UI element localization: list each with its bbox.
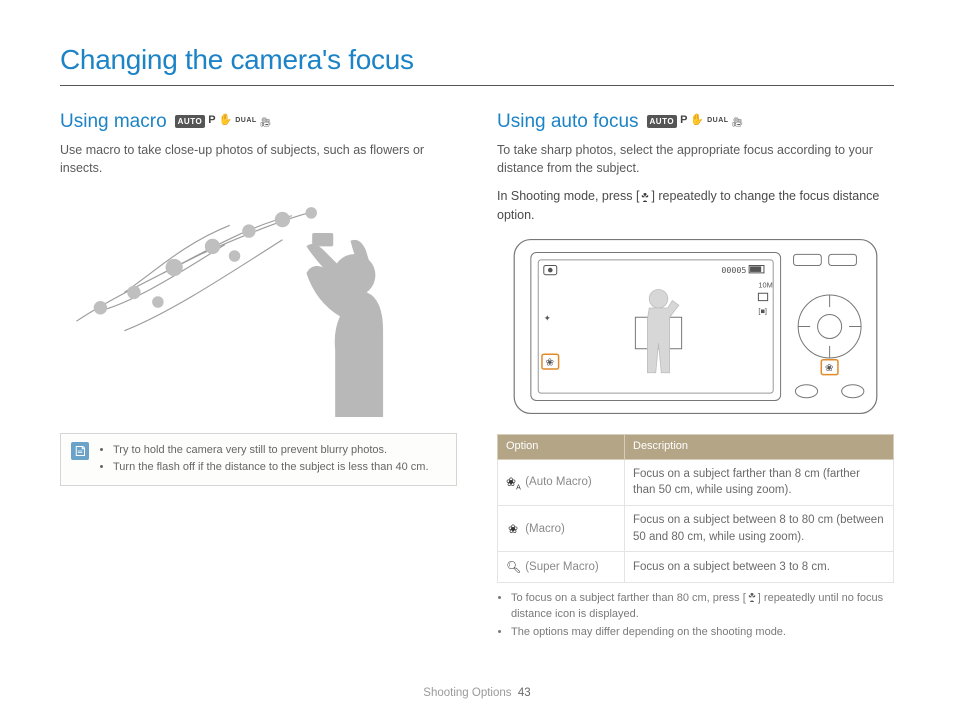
option-label: (Auto Macro) [525,476,591,488]
footnote-pre: To focus on a subject farther than 80 cm… [511,592,746,604]
mode-p-icon: P [208,113,215,129]
mode-videocam-icon: 🎥︎ [260,116,271,129]
super-macro-icon: 🔍︎ [506,559,520,576]
option-label: (Super Macro) [525,561,599,573]
left-column: Using macro AUTO P ✋ DUAL 🎥︎ Use macro t… [60,108,457,643]
svg-text:❀: ❀ [825,363,834,374]
right-column: Using auto focus AUTO P ✋ DUAL 🎥︎ To tak… [497,108,894,643]
page-footer: Shooting Options 43 [0,685,954,702]
option-desc: Focus on a subject farther than 8 cm (fa… [625,459,894,505]
footer-page-number: 43 [518,687,531,699]
mode-auto-icon: AUTO [175,115,206,129]
macro-icon: ❀ [506,521,520,538]
th-description: Description [625,434,894,459]
mode-hand-icon: ✋ [219,113,233,129]
footer-section: Shooting Options [423,687,511,699]
mode-strip-right: AUTO P ✋ DUAL 🎥︎ [647,113,743,129]
macro-illustration [60,187,457,417]
tip-item: Turn the flash off if the distance to th… [113,460,429,476]
tip-item: Try to hold the camera very still to pre… [113,443,429,459]
using-autofocus-heading-text: Using auto focus [497,108,639,136]
using-macro-heading-text: Using macro [60,108,167,136]
option-desc: Focus on a subject between 3 to 8 cm. [625,552,894,583]
instruction-pre: In Shooting mode, press [ [497,189,639,203]
mode-dual-icon: DUAL [707,116,728,126]
mode-p-icon: P [680,113,687,129]
focus-options-table: Option Description ❀A (Auto Macro) Focus… [497,434,894,583]
using-autofocus-heading: Using auto focus AUTO P ✋ DUAL 🎥︎ [497,108,894,136]
macro-flower-icon [639,191,651,201]
auto-macro-icon: ❀A [506,474,520,494]
th-option: Option [498,434,625,459]
footnote-item: The options may differ depending on the … [511,625,894,641]
option-desc: Focus on a subject between 8 to 80 cm (b… [625,506,894,552]
mode-strip-left: AUTO P ✋ DUAL 🎥︎ [175,113,271,129]
note-icon [71,442,89,460]
svg-text:[■]: [■] [758,306,767,315]
footnote-item: To focus on a subject farther than 80 cm… [511,591,894,623]
mode-dual-icon: DUAL [235,116,256,126]
table-row: ❀A (Auto Macro) Focus on a subject farth… [498,459,894,505]
svg-text:❀: ❀ [546,357,555,368]
resolution-text: 10M [758,280,772,289]
option-label: (Macro) [525,523,565,535]
mode-auto-icon: AUTO [647,115,678,129]
page-title: Changing the camera's focus [60,40,894,86]
tip-list: Try to hold the camera very still to pre… [99,442,429,477]
shot-counter-text: 00005 [721,264,746,274]
camera-diagram: 00005 10M [■] ✦ ❀ [497,234,894,424]
table-row: 🔍︎ (Super Macro) Focus on a subject betw… [498,552,894,583]
svg-text:✦: ✦ [544,313,551,323]
macro-flower-icon [746,592,758,602]
tip-note-box: Try to hold the camera very still to pre… [60,433,457,486]
table-row: ❀ (Macro) Focus on a subject between 8 t… [498,506,894,552]
mode-videocam-icon: 🎥︎ [732,116,743,129]
macro-lead: Use macro to take close-up photos of sub… [60,141,457,177]
footnotes: To focus on a subject farther than 80 cm… [497,591,894,641]
mode-hand-icon: ✋ [690,113,704,129]
autofocus-instruction: In Shooting mode, press [] repeatedly to… [497,187,894,223]
using-macro-heading: Using macro AUTO P ✋ DUAL 🎥︎ [60,108,457,136]
autofocus-lead: To take sharp photos, select the appropr… [497,141,894,177]
